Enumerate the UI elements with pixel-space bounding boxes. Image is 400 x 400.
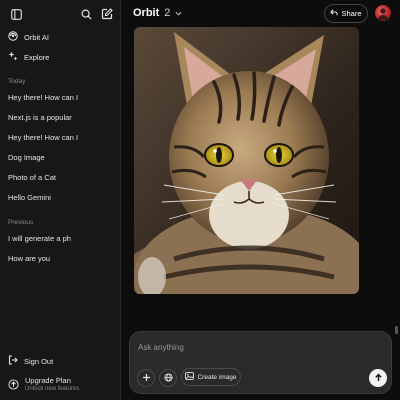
add-attachment-button[interactable]	[137, 369, 155, 387]
brand-label: Orbit AI	[24, 32, 50, 42]
new-chat-icon[interactable]	[98, 5, 116, 23]
sidebar-item-explore[interactable]: Explore	[4, 48, 117, 66]
section-previous-label: Previous	[8, 219, 34, 226]
sidebar-toggle-icon[interactable]	[7, 5, 25, 23]
create-image-button[interactable]: Create image	[181, 368, 241, 386]
sign-out-button[interactable]: Sign Out	[4, 352, 117, 370]
chat-history-item[interactable]: Hello Gemini	[4, 190, 117, 206]
chat-history-item[interactable]: Dog Image	[4, 150, 117, 166]
share-button[interactable]: Share	[324, 4, 368, 23]
chevron-down-icon	[175, 7, 182, 19]
brand-link[interactable]: Orbit AI	[4, 28, 117, 46]
sign-out-icon	[8, 355, 18, 367]
section-today-label: Today	[8, 78, 26, 85]
chat-history-item[interactable]: Hey there! How can I	[4, 130, 117, 146]
upgrade-icon	[8, 378, 19, 392]
share-arrow-icon	[330, 9, 339, 18]
sidebar: Orbit AI Explore Today Hey there! How ca…	[0, 0, 121, 400]
model-selector[interactable]: Orbit 2	[133, 7, 182, 19]
chat-history-item[interactable]: How are you	[4, 251, 117, 267]
chat-history-item[interactable]: Hey there! How can I	[4, 90, 117, 106]
upgrade-plan-subtitle: Unlock new features	[25, 386, 80, 392]
orbit-logo-icon	[8, 31, 18, 43]
model-name: Orbit	[133, 7, 160, 19]
share-label: Share	[341, 9, 362, 18]
plus-icon	[142, 369, 151, 387]
main-panel: Orbit 2 Share Ask anything Create image	[121, 0, 400, 400]
model-version: 2	[164, 7, 171, 19]
web-search-button[interactable]	[159, 369, 177, 387]
arrow-up-icon	[374, 369, 383, 387]
upgrade-plan-button[interactable]: Upgrade Plan Unlock new features	[4, 374, 117, 396]
sidebar-item-label: Explore	[24, 52, 50, 62]
sidebar-header	[0, 0, 121, 28]
image-icon	[185, 372, 195, 382]
chat-history-item[interactable]: Next.js is a popular	[4, 110, 117, 126]
create-image-label: Create image	[197, 373, 237, 381]
prompt-input[interactable]	[138, 340, 338, 354]
globe-icon	[163, 369, 173, 387]
send-button[interactable]	[369, 369, 387, 387]
chat-history-item[interactable]: I will generate a ph	[4, 231, 117, 247]
top-bar: Orbit 2 Share	[121, 0, 400, 28]
composer: Create image	[129, 331, 392, 394]
upgrade-plan-label: Upgrade Plan	[25, 376, 71, 385]
search-icon[interactable]	[77, 5, 95, 23]
generated-cat-image	[134, 27, 359, 294]
scrollbar-thumb[interactable]	[395, 326, 398, 334]
sign-out-label: Sign Out	[24, 356, 54, 366]
sparkle-icon	[8, 51, 18, 63]
chat-history-item[interactable]: Photo of a Cat	[4, 170, 117, 186]
avatar[interactable]	[375, 5, 391, 21]
